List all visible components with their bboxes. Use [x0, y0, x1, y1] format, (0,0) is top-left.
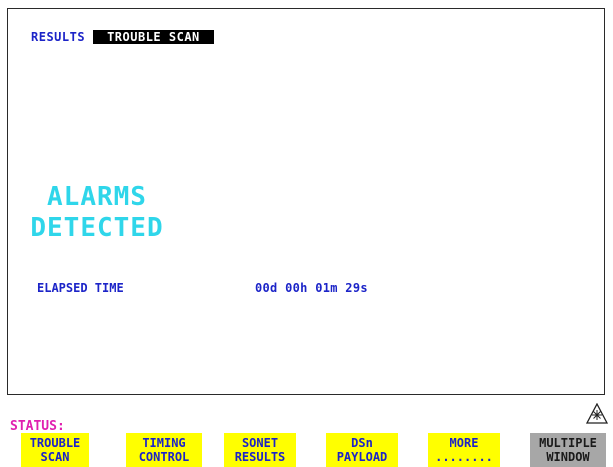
softkey-label-line2: CONTROL — [138, 450, 190, 464]
status-label: STATUS: — [10, 419, 65, 434]
elapsed-time-value: 00d 00h 01m 29s — [255, 281, 368, 295]
trouble-scan-tab[interactable]: TROUBLE SCAN — [93, 30, 214, 44]
softkey-dsn-payload[interactable]: DSn PAYLOAD — [326, 433, 398, 467]
alarm-text-line1: ALARMS — [47, 182, 147, 212]
softkey-label-line1: TIMING — [142, 436, 186, 450]
results-screen: RESULTS TROUBLE SCAN ALARMS DETECTED ELA… — [7, 8, 605, 395]
results-header: RESULTS TROUBLE SCAN — [31, 30, 214, 44]
softkey-label-line1: SONET — [241, 436, 279, 450]
softkey-label-line2: SCAN — [40, 450, 70, 464]
softkey-label-line2: ........ — [435, 450, 493, 464]
laser-warning-icon — [585, 402, 609, 425]
softkey-label-line1: MULTIPLE — [539, 436, 597, 450]
elapsed-time-label: ELAPSED TIME — [37, 281, 124, 295]
softkey-label-line2: PAYLOAD — [336, 450, 388, 464]
softkey-sonet-results[interactable]: SONET RESULTS — [224, 433, 296, 467]
softkey-multiple-window[interactable]: MULTIPLE WINDOW — [530, 433, 606, 467]
softkey-more[interactable]: MORE ........ — [428, 433, 500, 467]
alarm-text-line2: DETECTED — [30, 213, 164, 243]
softkey-trouble-scan[interactable]: TROUBLE SCAN — [21, 433, 89, 467]
softkey-timing-control[interactable]: TIMING CONTROL — [126, 433, 202, 467]
softkey-label-line1: MORE — [449, 436, 479, 450]
softkey-label-line1: DSn — [351, 436, 373, 450]
softkey-label-line1: TROUBLE — [29, 436, 81, 450]
results-label: RESULTS — [31, 30, 86, 44]
softkey-label-line2: RESULTS — [234, 450, 286, 464]
softkey-label-line2: WINDOW — [546, 450, 590, 464]
